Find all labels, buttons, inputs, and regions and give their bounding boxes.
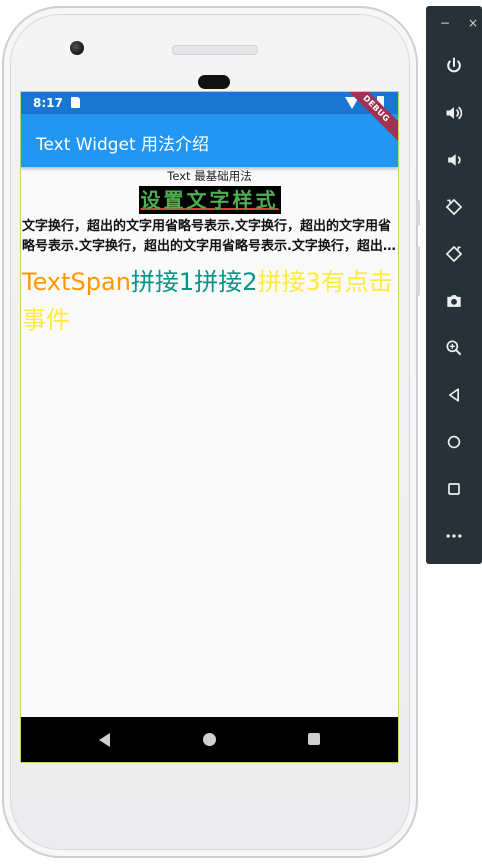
text-span-3: 拼接2 [194,268,258,296]
status-time: 8:17 [33,96,63,110]
sd-card-icon [71,97,80,108]
home-icon[interactable] [438,426,470,458]
nav-back-icon[interactable] [99,733,110,747]
side-button-power [416,200,420,226]
more-icon[interactable] [438,520,470,552]
main-content: Text 最基础用法 设置文字样式 文字换行，超出的文字用省略号表示.文字换行，… [21,167,398,339]
navigation-bar [21,717,398,762]
back-icon[interactable] [438,379,470,411]
earpiece [198,75,230,89]
nav-home-icon[interactable] [203,733,216,746]
camera-icon[interactable] [438,285,470,317]
ellipsis-wrap-text: 文字换行，超出的文字用省略号表示.文字换行，超出的文字用省略号表示.文字换行，超… [22,219,396,254]
rotate-left-icon[interactable] [438,191,470,223]
text-span-1: TextSpan [22,268,131,296]
styled-text-container: 设置文字样式 [21,186,398,216]
volume-down-icon[interactable] [438,144,470,176]
close-button[interactable]: × [468,16,478,30]
side-button-volume [416,246,420,296]
nav-recents-icon[interactable] [308,733,320,745]
basic-text: Text 最基础用法 [167,169,252,183]
emulator-toolbar: − × [426,6,482,564]
status-bar: 8:17 [21,92,398,114]
front-camera [70,41,84,55]
app-bar: Text Widget 用法介绍 [21,114,398,167]
overview-icon[interactable] [438,473,470,505]
rich-text: TextSpan拼接1拼接2拼接3有点击事件 [22,263,396,339]
app-bar-title: Text Widget 用法介绍 [36,135,210,155]
emulator-window-controls: − × [426,16,482,36]
zoom-icon[interactable] [438,332,470,364]
styled-text: 设置文字样式 [138,186,281,214]
rotate-right-icon[interactable] [438,238,470,270]
minimize-button[interactable]: − [440,16,450,30]
volume-up-icon[interactable] [438,97,470,129]
top-speaker-grille [172,45,258,55]
power-icon[interactable] [438,50,470,82]
text-span-2: 拼接1 [130,268,195,296]
device-screen: 8:17 Text Widget 用法介绍 DEBUG Text 最基础用法 设… [20,91,399,763]
